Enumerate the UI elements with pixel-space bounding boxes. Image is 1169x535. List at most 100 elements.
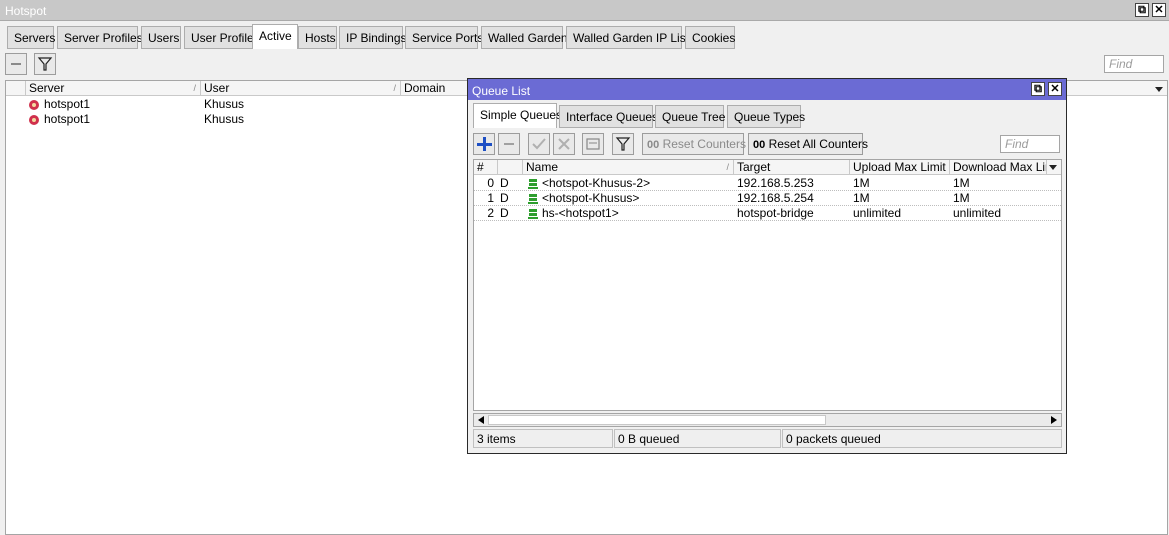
column-header-number[interactable]: #: [474, 160, 498, 175]
enable-button[interactable]: [528, 133, 550, 155]
table-row[interactable]: 0 D <hotspot-Khusus-2> 192.168.5.253 1M …: [474, 176, 1061, 191]
close-icon[interactable]: ✕: [1152, 3, 1166, 17]
scroll-left-icon[interactable]: [476, 415, 486, 425]
hotspot-user-icon: [29, 115, 39, 125]
horizontal-scrollbar[interactable]: [473, 413, 1062, 427]
close-icon[interactable]: ✕: [1048, 82, 1062, 96]
find-input[interactable]: Find: [1104, 55, 1164, 73]
column-header-target[interactable]: Target: [734, 160, 850, 175]
column-menu-icon: [1049, 165, 1057, 170]
tab-cookies[interactable]: Cookies: [685, 26, 735, 49]
queue-icon: [528, 209, 538, 219]
add-button[interactable]: [473, 133, 495, 155]
tab-hosts[interactable]: Hosts: [298, 26, 337, 49]
tab-active[interactable]: Active: [252, 24, 298, 49]
table-row[interactable]: hotspot1: [28, 112, 198, 127]
hotspot-user-icon: [29, 100, 39, 110]
row-number: 0: [487, 176, 494, 190]
queue-download-limit: 1M: [953, 191, 970, 205]
check-icon: [532, 138, 546, 150]
restore-icon[interactable]: ⧉: [1135, 3, 1149, 17]
tab-servers[interactable]: Servers: [7, 26, 55, 49]
queue-upload-limit: 1M: [853, 191, 870, 205]
column-menu-icon[interactable]: [1153, 83, 1165, 95]
tab-service-ports[interactable]: Service Ports: [405, 26, 483, 49]
row-number: 2: [487, 206, 494, 220]
column-header-download-max-limit[interactable]: Download Max Limi: [950, 160, 1047, 175]
tab-queue-tree[interactable]: Queue Tree: [655, 105, 725, 128]
minus-icon: [11, 63, 21, 65]
scroll-thumb[interactable]: [488, 415, 826, 425]
row-flag: D: [500, 191, 509, 205]
counter-icon: 00: [753, 139, 766, 151]
status-item-count: 3 items: [473, 429, 613, 448]
queue-upload-limit: unlimited: [853, 206, 902, 220]
simple-queues-table: # Name / Target Upload Max Limit Download…: [473, 159, 1062, 411]
user-cell: Khusus: [204, 97, 245, 111]
cross-icon: [558, 138, 570, 150]
sort-icon: /: [193, 83, 196, 93]
server-cell: hotspot1: [44, 112, 91, 126]
queue-list-window: Queue List ⧉ ✕ Simple Queues Interface Q…: [467, 78, 1067, 454]
row-number: 1: [487, 191, 494, 205]
column-label: User: [204, 81, 230, 95]
reset-all-counters-label: Reset All Counters: [768, 137, 868, 151]
row-flag: D: [500, 176, 509, 190]
comment-icon: [586, 138, 600, 150]
tab-interface-queues[interactable]: Interface Queues: [559, 105, 658, 128]
column-menu[interactable]: [1047, 160, 1061, 175]
remove-button[interactable]: [498, 133, 520, 155]
tab-queue-types[interactable]: Queue Types: [727, 105, 805, 128]
column-header-user[interactable]: User /: [201, 81, 401, 96]
sort-icon: /: [726, 162, 729, 172]
tab-server-profiles[interactable]: Server Profiles: [57, 26, 143, 49]
queue-find-input[interactable]: Find: [1000, 135, 1060, 153]
queue-icon: [528, 179, 538, 189]
window-titlebar: Hotspot ⧉ ✕: [0, 0, 1169, 21]
plus-icon: [477, 137, 492, 151]
column-header-flag: [498, 160, 523, 175]
column-label: Name: [526, 160, 559, 174]
tab-user-profiles[interactable]: User Profiles: [184, 26, 260, 49]
tab-walled-garden[interactable]: Walled Garden: [481, 26, 568, 49]
tab-users[interactable]: Users: [141, 26, 181, 49]
disable-button[interactable]: [553, 133, 575, 155]
queue-window-titlebar[interactable]: Queue List ⧉ ✕: [468, 79, 1066, 100]
column-header-server[interactable]: Server /: [26, 81, 201, 96]
queue-window-title: Queue List: [472, 84, 531, 98]
reset-counters-label: Reset Counters: [662, 137, 746, 151]
status-bytes-queued: 0 B queued: [614, 429, 781, 448]
remove-button[interactable]: [5, 53, 27, 75]
server-cell: hotspot1: [44, 97, 91, 111]
tab-simple-queues[interactable]: Simple Queues: [473, 103, 562, 128]
counter-icon: 00: [647, 139, 660, 151]
filter-icon: [37, 57, 53, 71]
scroll-right-icon[interactable]: [1049, 415, 1059, 425]
comment-button[interactable]: [582, 133, 604, 155]
queue-target: 192.168.5.253: [737, 176, 814, 190]
restore-icon[interactable]: ⧉: [1031, 82, 1045, 96]
queue-name: <hotspot-Khusus>: [542, 191, 640, 205]
tab-ip-bindings[interactable]: IP Bindings: [339, 26, 407, 49]
window-title: Hotspot: [5, 4, 47, 18]
sort-icon: /: [393, 83, 396, 93]
status-packets-queued: 0 packets queued: [782, 429, 1062, 448]
table-row[interactable]: hotspot1: [28, 97, 198, 112]
tab-walled-garden-ip-list[interactable]: Walled Garden IP List: [566, 26, 689, 49]
filter-button[interactable]: [34, 53, 56, 75]
filter-button[interactable]: [612, 133, 634, 155]
reset-counters-button[interactable]: 00 Reset Counters: [642, 133, 746, 155]
table-row[interactable]: 1 D <hotspot-Khusus> 192.168.5.254 1M 1M: [474, 191, 1061, 206]
user-cell: Khusus: [204, 112, 245, 126]
table-row[interactable]: 2 D hs-<hotspot1> hotspot-bridge unlimit…: [474, 206, 1061, 221]
column-header-domain[interactable]: Domain: [401, 81, 471, 96]
column-header-upload-max-limit[interactable]: Upload Max Limit: [850, 160, 950, 175]
queue-target: 192.168.5.254: [737, 191, 814, 205]
queue-name: <hotspot-Khusus-2>: [542, 176, 651, 190]
column-header-name[interactable]: Name /: [523, 160, 734, 175]
queue-icon: [528, 194, 538, 204]
reset-all-counters-button[interactable]: 00 Reset All Counters: [748, 133, 868, 155]
queue-name: hs-<hotspot1>: [542, 206, 619, 220]
queue-download-limit: 1M: [953, 176, 970, 190]
queue-upload-limit: 1M: [853, 176, 870, 190]
